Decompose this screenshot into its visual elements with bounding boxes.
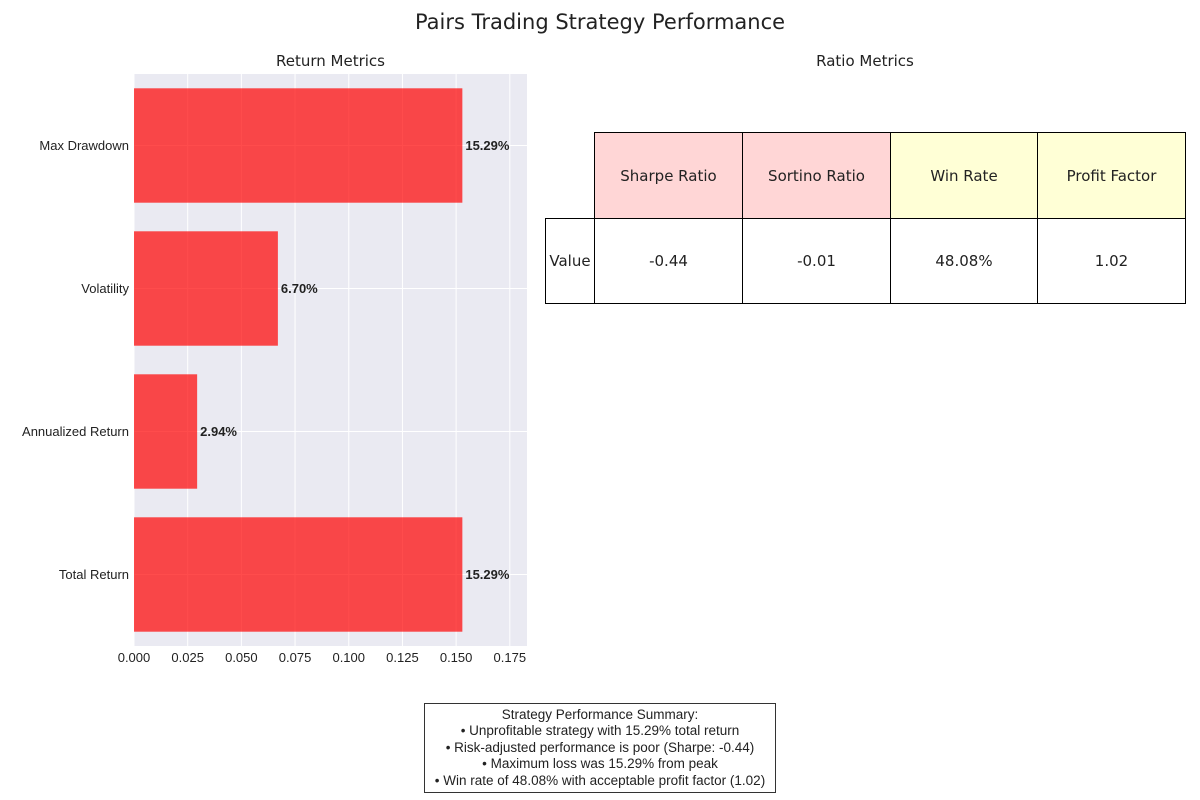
summary-line-heading: Strategy Performance Summary: xyxy=(501,706,699,722)
x-tick-label: 0.025 xyxy=(171,650,204,665)
bar-data-label: 2.94% xyxy=(200,424,237,439)
x-tick-label: 0.000 xyxy=(118,650,151,665)
summary-box: Strategy Performance Summary: • Unprofit… xyxy=(424,703,776,793)
y-tick-label: Volatility xyxy=(81,281,129,296)
x-tick-label: 0.050 xyxy=(225,650,258,665)
bar xyxy=(134,374,198,489)
x-tick-label: 0.150 xyxy=(440,650,473,665)
bar xyxy=(134,231,278,346)
table-cell-win-rate: 48.08% xyxy=(890,218,1038,304)
bar xyxy=(134,517,463,632)
table-title: Ratio Metrics xyxy=(816,52,914,70)
table-header-profit-factor: Profit Factor xyxy=(1037,132,1186,219)
x-tick-label: 0.125 xyxy=(386,650,419,665)
summary-line: • Unprofitable strategy with 15.29% tota… xyxy=(460,723,740,739)
bar-data-label: 15.29% xyxy=(465,567,510,582)
table-header-sharpe-ratio: Sharpe Ratio xyxy=(594,132,743,219)
return-metrics-chart: 15.29% Max Drawdown 6.70% Volatility 2.94% An… xyxy=(22,74,527,665)
summary-line: • Win rate of 48.08% with acceptable pro… xyxy=(434,772,766,788)
summary-line: • Maximum loss was 15.29% from peak xyxy=(482,756,718,772)
x-tick-label: 0.100 xyxy=(332,650,365,665)
table-header-sortino-ratio: Sortino Ratio xyxy=(742,132,891,219)
table-cell-profit-factor: 1.02 xyxy=(1037,218,1186,304)
x-tick-label: 0.075 xyxy=(279,650,312,665)
table-cell-sharpe-ratio: -0.44 xyxy=(594,218,743,304)
y-tick-label: Max Drawdown xyxy=(39,138,129,153)
table-header-win-rate: Win Rate xyxy=(890,132,1038,219)
table-cell-sortino-ratio: -0.01 xyxy=(742,218,891,304)
y-tick-label: Annualized Return xyxy=(22,424,129,439)
bar-data-label: 6.70% xyxy=(281,281,318,296)
x-tick-label: 0.175 xyxy=(494,650,527,665)
table-row-label: Value xyxy=(545,218,595,304)
bar-data-label: 15.29% xyxy=(465,138,510,153)
y-tick-label: Total Return xyxy=(59,567,129,582)
bar xyxy=(134,88,463,203)
summary-line: • Risk-adjusted performance is poor (Sha… xyxy=(445,739,755,755)
